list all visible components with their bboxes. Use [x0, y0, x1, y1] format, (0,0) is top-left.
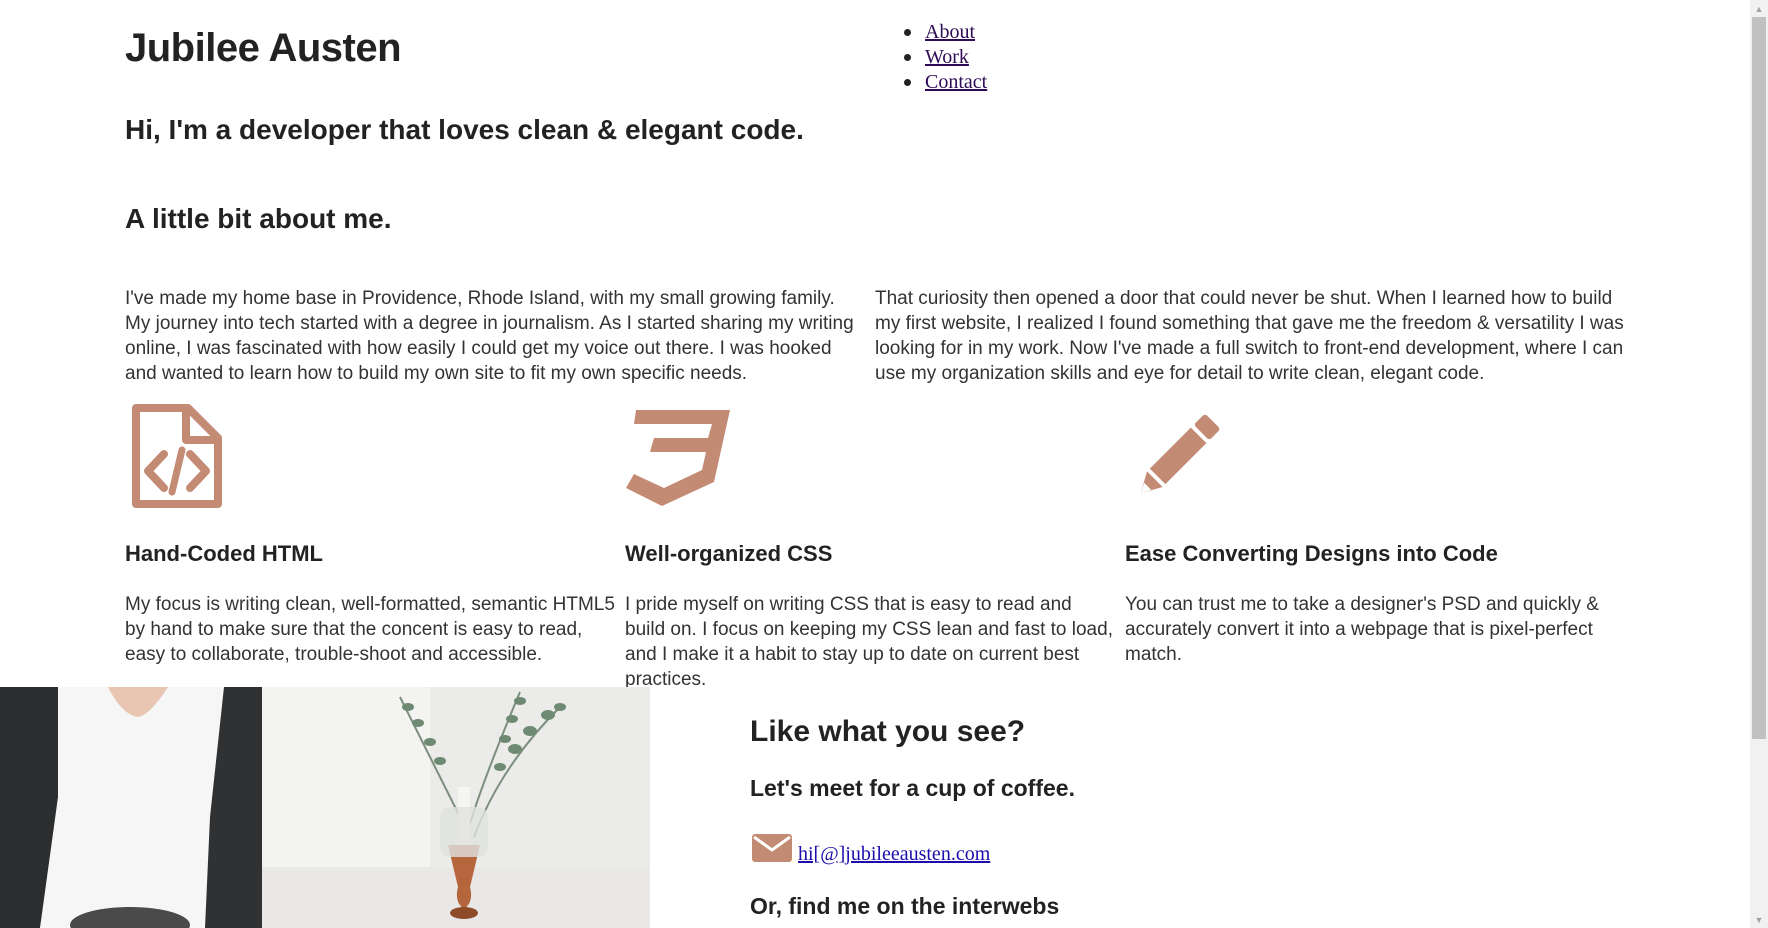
contact-heading: Like what you see?	[750, 715, 1026, 748]
page: Jubilee Austen About Work Contact Hi, I'…	[0, 0, 1750, 928]
scroll-down-arrow-icon[interactable]: ▼	[1750, 911, 1768, 928]
skill-text-designs: You can trust me to take a designer's PS…	[1125, 594, 1599, 665]
skill-title-designs: Ease Converting Designs into Code	[1125, 541, 1498, 566]
skill-text-css: I pride myself on writing CSS that is ea…	[625, 594, 1113, 690]
pencil-icon	[1140, 414, 1220, 494]
nav-item-about: About	[904, 20, 987, 45]
nav-link-work[interactable]: Work	[925, 46, 969, 68]
about-heading: A little bit about me.	[125, 203, 392, 234]
about-paragraph-1: I've made my home base in Providence, Rh…	[125, 288, 854, 384]
email-link[interactable]: hi[@]jubileeausten.com	[798, 843, 990, 866]
contact-subheading: Let's meet for a cup of coffee.	[750, 775, 1075, 801]
workspace-photo	[0, 687, 650, 928]
scrollbar-thumb[interactable]	[1752, 17, 1766, 739]
about-paragraph-2: That curiosity then opened a door that c…	[875, 288, 1624, 384]
nav-item-work: Work	[904, 45, 987, 70]
scroll-up-arrow-icon[interactable]: ▲	[1750, 0, 1768, 17]
nav-item-contact: Contact	[904, 70, 987, 95]
css3-icon	[626, 410, 730, 506]
skill-title-css: Well-organized CSS	[625, 541, 833, 566]
main-nav: About Work Contact	[904, 20, 987, 95]
skill-title-html: Hand-Coded HTML	[125, 541, 323, 566]
nav-link-contact[interactable]: Contact	[925, 71, 987, 93]
hero-tagline: Hi, I'm a developer that loves clean & e…	[125, 114, 804, 145]
vertical-scrollbar[interactable]: ▲ ▼	[1750, 0, 1768, 928]
site-title: Jubilee Austen	[125, 26, 402, 70]
envelope-icon	[752, 834, 792, 862]
html-file-icon	[132, 404, 222, 508]
skill-text-html: My focus is writing clean, well-formatte…	[125, 594, 615, 665]
nav-link-about[interactable]: About	[925, 21, 975, 43]
social-heading: Or, find me on the interwebs	[750, 893, 1060, 919]
